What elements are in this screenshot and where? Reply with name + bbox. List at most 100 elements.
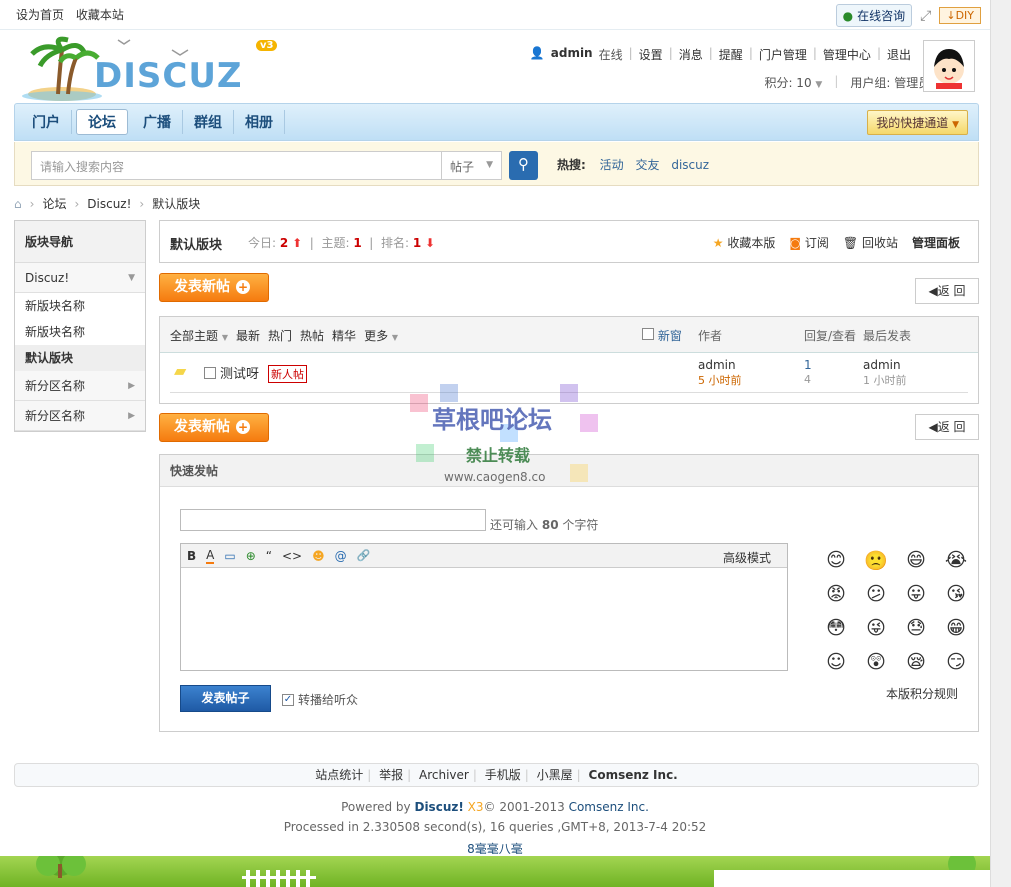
new-window-toggle[interactable]: 新窗 <box>642 327 682 344</box>
filter-more[interactable]: 更多 ▼ <box>364 327 398 344</box>
broadcast-option[interactable]: ✓ 转播给听众 <box>282 691 358 708</box>
mention-icon[interactable]: @ <box>335 549 347 563</box>
nav-broadcast[interactable]: 广播 <box>132 110 183 134</box>
thread-replies[interactable]: 1 <box>804 358 812 372</box>
new-post-button-bottom[interactable]: 发表新帖 + <box>159 413 269 442</box>
powered-name-link[interactable]: Discuz! <box>414 800 463 814</box>
last-post-author[interactable]: admin <box>863 358 901 372</box>
smiley-icon[interactable]: ☻ <box>312 549 325 563</box>
search-input[interactable]: 请输入搜索内容 <box>31 151 443 180</box>
site-logo[interactable]: DISCUZ v3 <box>22 36 282 102</box>
confused-icon[interactable]: 😕 <box>856 583 896 607</box>
back-button[interactable]: ◀返 回 <box>915 278 979 304</box>
filter-hot[interactable]: 热门 <box>268 327 292 344</box>
expand-icon[interactable]: ⤢ <box>920 8 931 24</box>
credit-rules-link[interactable]: 本版积分规则 <box>886 685 958 702</box>
footer-blacklist-link[interactable]: 小黑屋 <box>533 768 577 782</box>
wink-icon[interactable]: 😜 <box>856 617 896 641</box>
broadcast-checkbox[interactable]: ✓ <box>282 693 294 706</box>
quote-icon[interactable]: “ <box>266 549 272 563</box>
filter-digest[interactable]: 精华 <box>332 327 356 344</box>
sleepy-icon[interactable]: 😪 <box>896 651 936 675</box>
company-link[interactable]: Comsenz Inc. <box>569 800 649 814</box>
home-icon[interactable]: ⌂ <box>14 197 22 211</box>
hot-term-activity[interactable]: 活动 <box>600 158 624 172</box>
thread-checkbox[interactable] <box>204 367 216 379</box>
manage-panel-link[interactable]: 管理面板 <box>912 234 960 251</box>
breadcrumb-discuz[interactable]: Discuz! <box>87 197 131 211</box>
nav-forum[interactable]: 论坛 <box>76 109 128 135</box>
nav-album[interactable]: 相册 <box>234 110 285 134</box>
tongue-icon[interactable]: 😛 <box>896 583 936 607</box>
sad-icon[interactable]: 🙁 <box>856 549 896 573</box>
footer-comsenz-link[interactable]: Comsenz Inc. <box>585 768 682 782</box>
avatar[interactable] <box>923 40 975 92</box>
nav-portal[interactable]: 门户 <box>21 110 72 134</box>
filter-hot-posts[interactable]: 热帖 <box>300 327 324 344</box>
laugh-icon[interactable]: 😁 <box>936 617 976 641</box>
attachment-icon[interactable]: 🔗 <box>357 549 371 562</box>
portal-admin-link[interactable]: 门户管理 <box>759 46 807 63</box>
image-icon[interactable]: ▭ <box>224 549 235 563</box>
shy-icon[interactable]: 😳 <box>816 617 856 641</box>
submit-post-button[interactable]: 发表帖子 <box>180 685 271 712</box>
thread-title[interactable]: 测试呀 <box>220 363 259 382</box>
sweat-icon[interactable]: 😓 <box>896 617 936 641</box>
back-button-bottom[interactable]: ◀返 回 <box>915 414 979 440</box>
filter-latest[interactable]: 最新 <box>236 327 260 344</box>
scrollbar[interactable] <box>990 0 1011 887</box>
sidebar-group-new-1[interactable]: 新分区名称 ▶ <box>15 371 145 401</box>
breadcrumb-forum[interactable]: 论坛 <box>42 195 66 212</box>
hot-term-discuz[interactable]: discuz <box>671 158 709 172</box>
footer-stats-link[interactable]: 站点统计 <box>311 768 367 782</box>
recycle-bin-button[interactable]: 🗑 回收站 <box>843 234 898 251</box>
footer-report-link[interactable]: 举报 <box>375 768 407 782</box>
quick-access-button[interactable]: 我的快捷通道 ▼ <box>867 110 968 135</box>
messages-link[interactable]: 消息 <box>679 46 703 63</box>
cry-icon[interactable]: 😭 <box>936 549 976 573</box>
online-consult-button[interactable]: ● 在线咨询 <box>835 4 913 27</box>
sidebar-group-discuz[interactable]: Discuz! ▼ <box>15 263 145 293</box>
footer-tagline[interactable]: 8毫毫八毫 <box>0 840 990 857</box>
smug-icon[interactable]: 😏 <box>936 651 976 675</box>
filter-all[interactable]: 全部主题 ▼ <box>170 327 228 344</box>
subscribe-button[interactable]: ◙ 订阅 <box>789 234 829 251</box>
points-menu[interactable]: 积分: 10 ▼ <box>764 74 822 91</box>
smile-icon[interactable]: 😊 <box>816 549 856 573</box>
footer-archiver-link[interactable]: Archiver <box>415 768 473 782</box>
footer-mobile-link[interactable]: 手机版 <box>481 768 525 782</box>
happy-icon[interactable]: ☺ <box>816 651 856 675</box>
font-color-icon[interactable]: A <box>206 548 215 564</box>
search-button[interactable]: ⚲ <box>509 151 538 180</box>
notices-link[interactable]: 提醒 <box>719 46 743 63</box>
new-post-button[interactable]: 发表新帖 + <box>159 273 269 302</box>
bookmark-link[interactable]: 收藏本站 <box>76 8 124 22</box>
set-home-link[interactable]: 设为首页 <box>16 8 64 22</box>
kiss-icon[interactable]: 😘 <box>936 583 976 607</box>
diy-button[interactable]: ↓DIY <box>939 7 981 24</box>
code-icon[interactable]: <> <box>282 549 302 563</box>
angry-icon[interactable]: 😡 <box>816 583 856 607</box>
sidebar-item-default[interactable]: 默认版块 <box>15 345 145 371</box>
sidebar-group-new-2[interactable]: 新分区名称 ▶ <box>15 401 145 431</box>
settings-link[interactable]: 设置 <box>639 46 663 63</box>
admin-center-link[interactable]: 管理中心 <box>823 46 871 63</box>
post-title-input[interactable] <box>180 509 486 531</box>
thread-author[interactable]: admin <box>698 358 736 372</box>
username-link[interactable]: admin <box>551 46 593 63</box>
favorite-forum-button[interactable]: ★ 收藏本版 <box>713 234 776 251</box>
search-type-select[interactable]: 帖子 ▼ <box>441 151 502 180</box>
bold-icon[interactable]: B <box>187 549 196 563</box>
shock-icon[interactable]: 😲 <box>856 651 896 675</box>
sidebar-item-forum-1[interactable]: 新版块名称 <box>15 293 145 319</box>
logout-link[interactable]: 退出 <box>887 46 911 63</box>
sidebar-item-forum-2[interactable]: 新版块名称 <box>15 319 145 345</box>
link-icon[interactable]: ⊕ <box>246 549 256 563</box>
footer-nav: 站点统计 | 举报 | Archiver | 手机版 | 小黑屋 | Comsenz In… <box>14 763 979 787</box>
advanced-mode-link[interactable]: 高级模式 <box>723 549 771 566</box>
editor-textarea[interactable] <box>181 568 787 670</box>
new-window-checkbox[interactable] <box>642 328 654 340</box>
nav-groups[interactable]: 群组 <box>183 110 234 134</box>
grin-icon[interactable]: 😄 <box>896 549 936 573</box>
hot-term-friends[interactable]: 交友 <box>635 158 659 172</box>
